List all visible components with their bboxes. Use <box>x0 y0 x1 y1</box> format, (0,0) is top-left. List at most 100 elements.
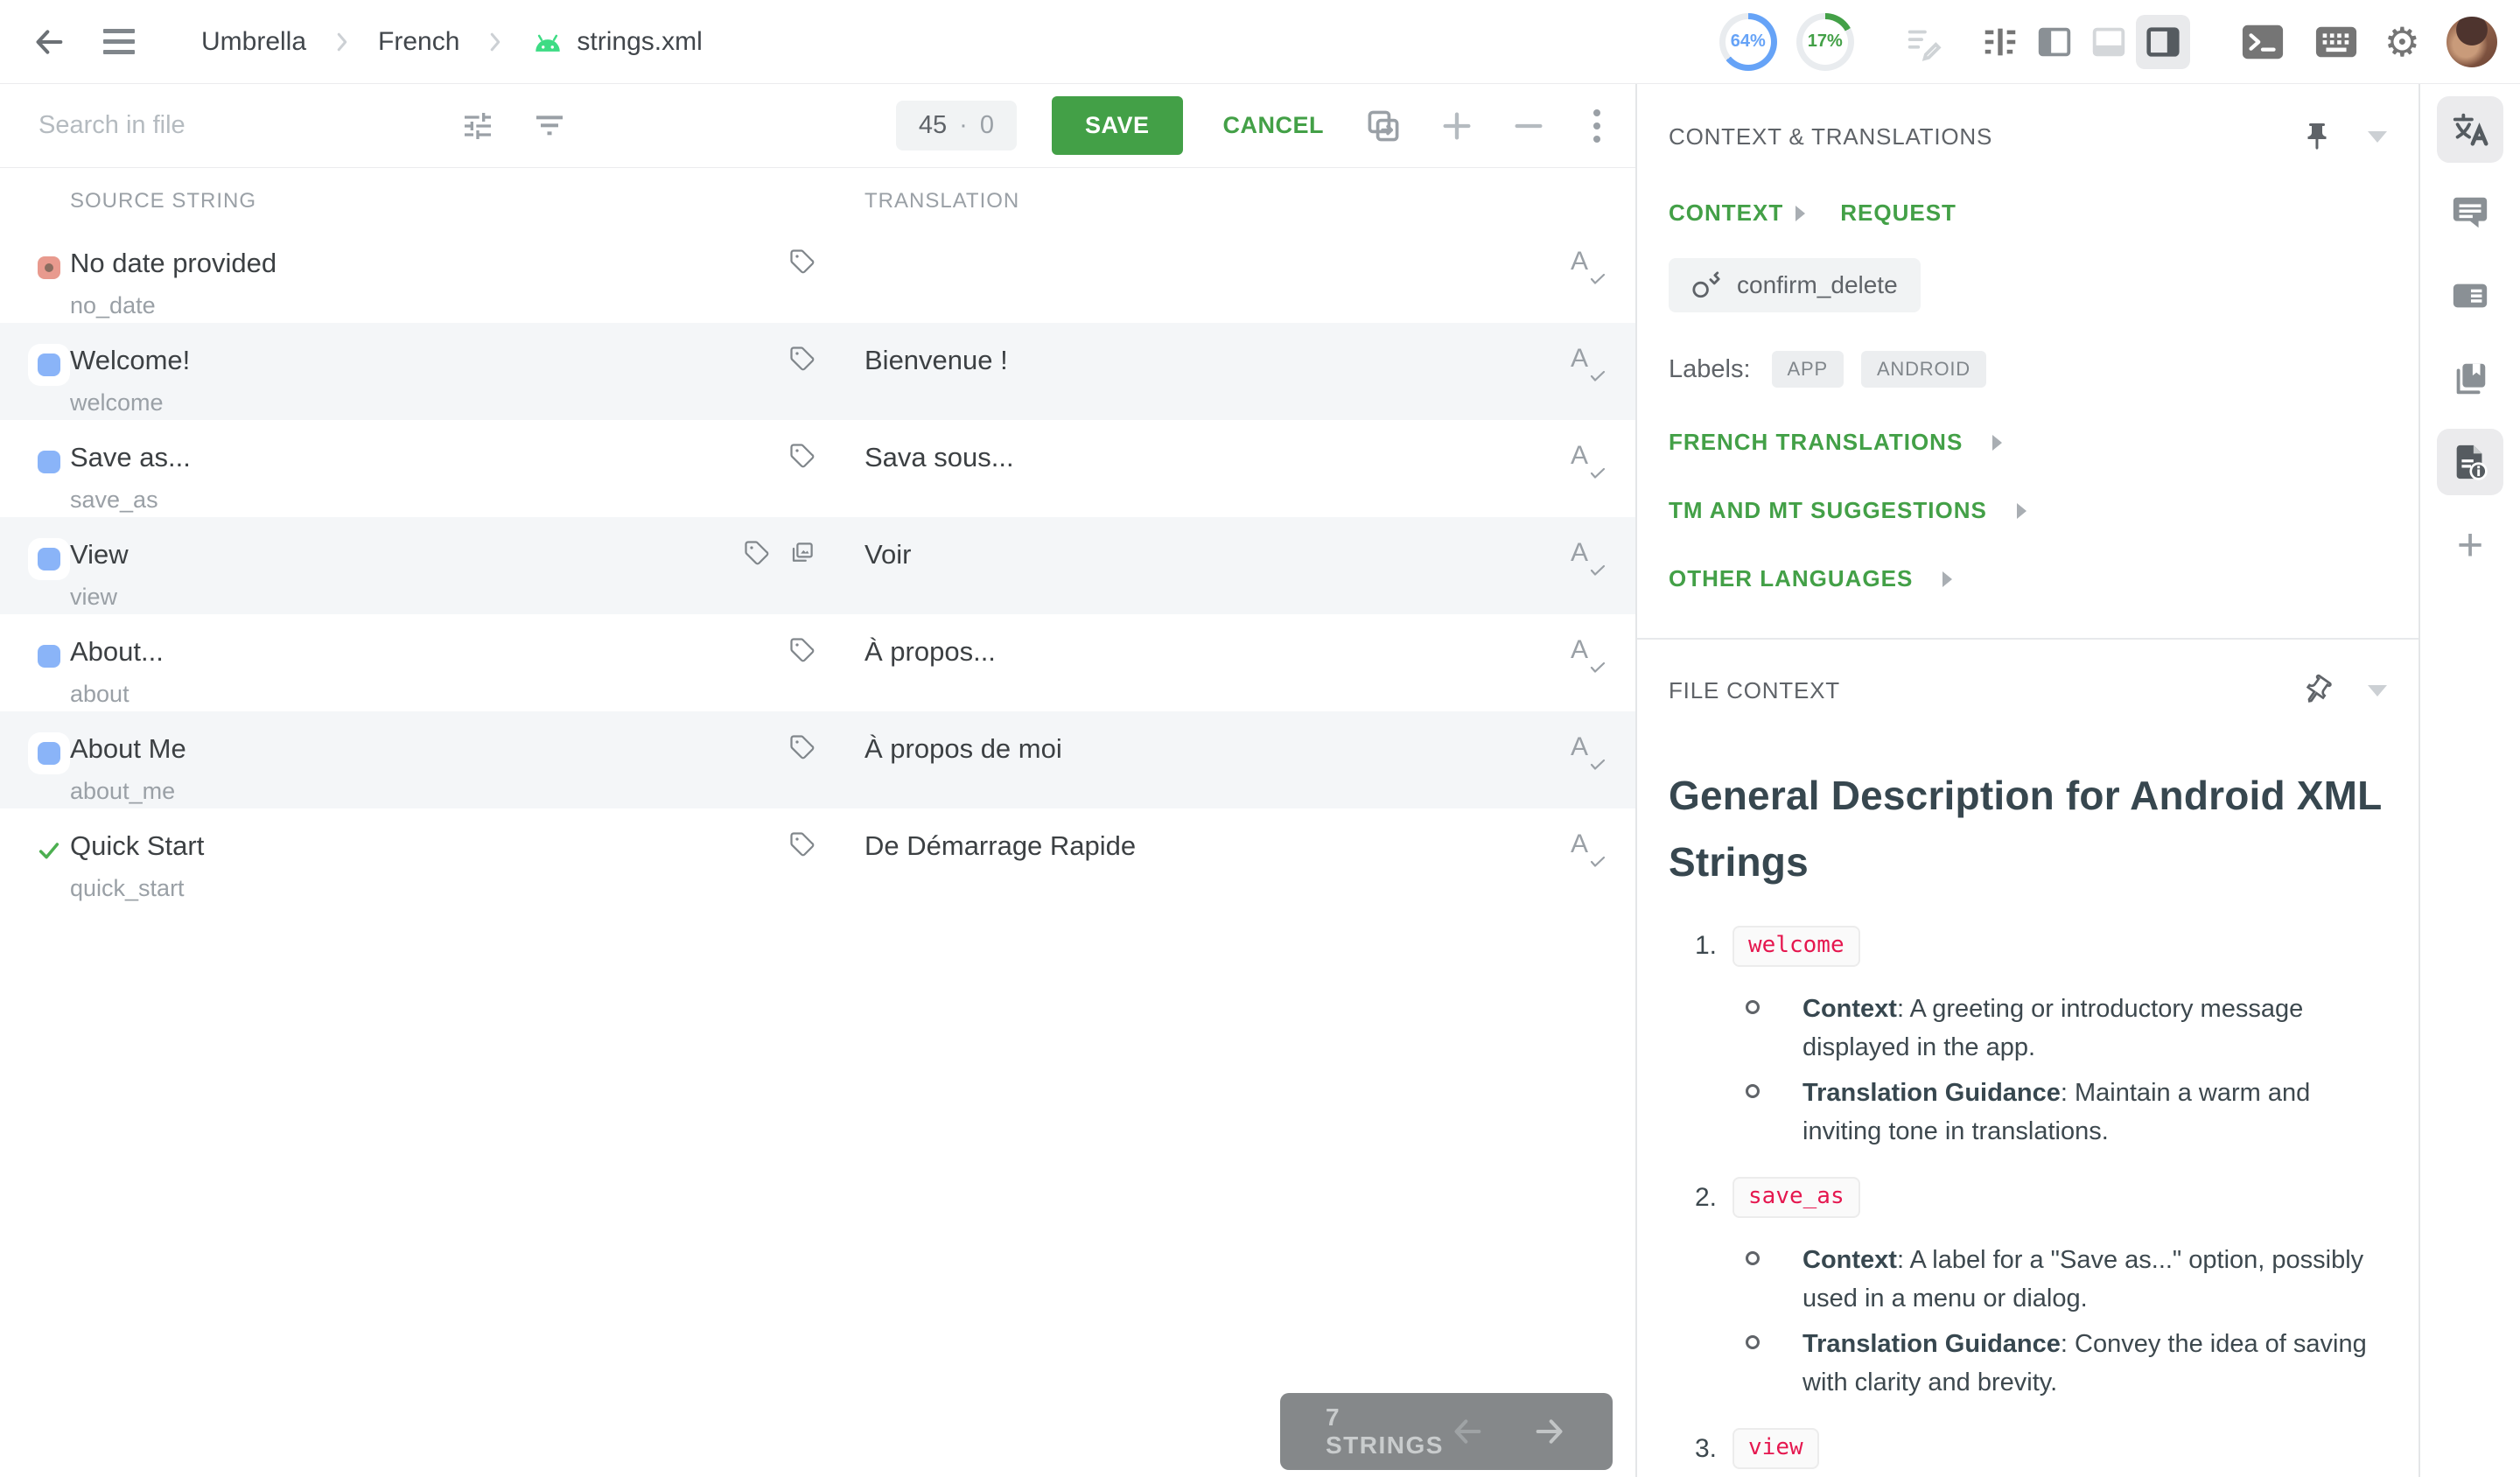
tag-icon[interactable] <box>789 443 816 469</box>
breadcrumb-project[interactable]: Umbrella <box>201 27 306 57</box>
file-context-item: 3.view Context: A label for a "View" opt… <box>1669 1428 2387 1477</box>
section-other-languages[interactable]: OTHER LANGUAGES <box>1669 565 2387 592</box>
string-key: save_as <box>70 486 191 514</box>
string-key: welcome <box>70 389 190 416</box>
table-row[interactable]: About... about À propos... A <box>0 614 1635 711</box>
table-row[interactable]: Save as... save_as Sava sous... A <box>0 420 1635 517</box>
spellcheck-icon[interactable]: A <box>1569 344 1604 382</box>
translation-text[interactable]: À propos de moi <box>864 732 1537 808</box>
chevron-right-icon <box>329 29 355 55</box>
cancel-button[interactable]: CANCEL <box>1223 112 1325 139</box>
tab-request[interactable]: REQUEST <box>1840 200 1956 227</box>
file-context-tab-icon[interactable] <box>2437 429 2503 495</box>
translation-text[interactable]: Voir <box>864 538 1537 614</box>
file-context-heading: General Description for Android XML Stri… <box>1669 762 2387 896</box>
zoom-in-icon[interactable] <box>1439 108 1474 144</box>
table-row[interactable]: Welcome! welcome Bienvenue ! A <box>0 323 1635 420</box>
android-icon <box>531 27 564 57</box>
table-row[interactable]: No date provided no_date A <box>0 226 1635 323</box>
pin-icon[interactable] <box>2301 121 2333 152</box>
table-header: SOURCE STRING TRANSLATION <box>0 168 1635 226</box>
translation-text[interactable]: À propos... <box>864 635 1537 711</box>
chevron-right-icon <box>482 29 508 55</box>
unpin-icon[interactable] <box>2301 675 2333 706</box>
tag-icon[interactable] <box>789 248 816 275</box>
prev-page-icon[interactable] <box>1450 1414 1485 1449</box>
comments-tab-icon[interactable] <box>2437 179 2503 246</box>
context-panel-title: CONTEXT & TRANSLATIONS <box>1669 123 1992 150</box>
keyboard-shortcuts-icon[interactable] <box>2314 24 2358 60</box>
spellcheck-icon[interactable]: A <box>1569 538 1604 577</box>
translation-text[interactable]: Bienvenue ! <box>864 344 1537 420</box>
progress-ring[interactable]: 17% <box>1796 13 1854 71</box>
section-french-translations[interactable]: FRENCH TRANSLATIONS <box>1669 429 2387 456</box>
next-page-icon[interactable] <box>1532 1414 1567 1449</box>
file-context-item: 1.welcome Context: A greeting or introdu… <box>1669 926 2387 1151</box>
spellcheck-icon[interactable]: A <box>1569 441 1604 480</box>
translation-text[interactable] <box>864 247 1537 323</box>
file-context-item: 2.save_as Context: A label for a "Save a… <box>1669 1177 2387 1402</box>
filter-icon[interactable] <box>532 108 567 144</box>
tag-icon[interactable] <box>744 540 770 566</box>
add-panel-icon[interactable]: + <box>2437 512 2503 578</box>
view-right-panel-icon[interactable] <box>2136 15 2190 69</box>
collapse-caret-icon[interactable] <box>2368 131 2387 143</box>
source-string: Quick Start <box>70 830 204 863</box>
translation-text[interactable]: Sava sous... <box>864 441 1537 517</box>
spellcheck-icon[interactable]: A <box>1569 247 1604 285</box>
view-bottom-panel-icon[interactable] <box>2082 15 2136 69</box>
terms-tab-icon[interactable] <box>2437 262 2503 329</box>
menu-icon[interactable] <box>103 29 135 54</box>
top-bar-left: Umbrella French strings.xml <box>32 24 703 60</box>
status-translated-icon <box>28 441 70 483</box>
more-options-icon[interactable] <box>1585 106 1609 146</box>
view-left-panel-icon[interactable] <box>2027 15 2082 69</box>
filter-settings-icon[interactable] <box>460 108 495 144</box>
breadcrumb-file[interactable]: strings.xml <box>531 27 702 57</box>
search-input[interactable] <box>38 111 424 140</box>
strings-table: No date provided no_date A Welcome! welc… <box>0 226 1635 906</box>
tab-context[interactable]: CONTEXT <box>1669 200 1783 227</box>
label-pill: ANDROID <box>1861 351 1986 388</box>
proofread-notes-icon[interactable] <box>1903 22 1943 62</box>
console-icon[interactable] <box>2241 23 2285 61</box>
string-key-pill[interactable]: confirm_delete <box>1669 258 1921 312</box>
tag-icon[interactable] <box>789 831 816 858</box>
source-string: About Me <box>70 732 186 766</box>
table-row[interactable]: About Me about_me À propos de moi A <box>0 711 1635 808</box>
tag-icon[interactable] <box>789 346 816 372</box>
table-row[interactable]: View view Voir A <box>0 517 1635 614</box>
key-icon <box>1691 270 1721 300</box>
zoom-out-icon[interactable] <box>1511 108 1546 144</box>
user-avatar[interactable] <box>2446 17 2497 67</box>
back-icon[interactable] <box>32 24 66 60</box>
file-context-title: FILE CONTEXT <box>1669 677 1840 704</box>
progress-ring[interactable]: 64% <box>1719 13 1777 71</box>
spellcheck-icon[interactable]: A <box>1569 732 1604 771</box>
breadcrumb: Umbrella French strings.xml <box>201 27 703 57</box>
table-row[interactable]: Quick Start quick_start De Démarrage Rap… <box>0 808 1635 906</box>
save-button[interactable]: SAVE <box>1052 96 1183 155</box>
view-side-by-side-icon[interactable] <box>1973 15 2027 69</box>
tag-icon[interactable] <box>789 734 816 760</box>
spellcheck-icon[interactable]: A <box>1569 830 1604 868</box>
progress-rings: 64% 17% <box>1719 13 1854 71</box>
right-icon-rail: + <box>2418 84 2520 1477</box>
dictionary-tab-icon[interactable] <box>2437 346 2503 412</box>
string-key-text: confirm_delete <box>1737 271 1898 299</box>
screenshot-icon[interactable] <box>789 540 816 566</box>
labels-row: Labels: APPANDROID <box>1669 351 2387 388</box>
collapse-caret-icon[interactable] <box>2368 685 2387 696</box>
breadcrumb-language[interactable]: French <box>378 27 459 57</box>
expand-icon <box>1942 571 1952 587</box>
translations-tab-icon[interactable] <box>2437 96 2503 163</box>
source-string: Welcome! <box>70 344 190 377</box>
expand-icon <box>1992 435 2002 451</box>
translation-text[interactable]: De Démarrage Rapide <box>864 830 1537 906</box>
section-tm-and-mt-suggestions[interactable]: TM AND MT SUGGESTIONS <box>1669 497 2387 524</box>
strings-count-bar: 7 STRINGS <box>1280 1393 1613 1470</box>
copy-source-icon[interactable] <box>1364 107 1403 145</box>
settings-gear-icon[interactable]: ⚙ <box>2384 22 2420 62</box>
tag-icon[interactable] <box>789 637 816 663</box>
spellcheck-icon[interactable]: A <box>1569 635 1604 674</box>
